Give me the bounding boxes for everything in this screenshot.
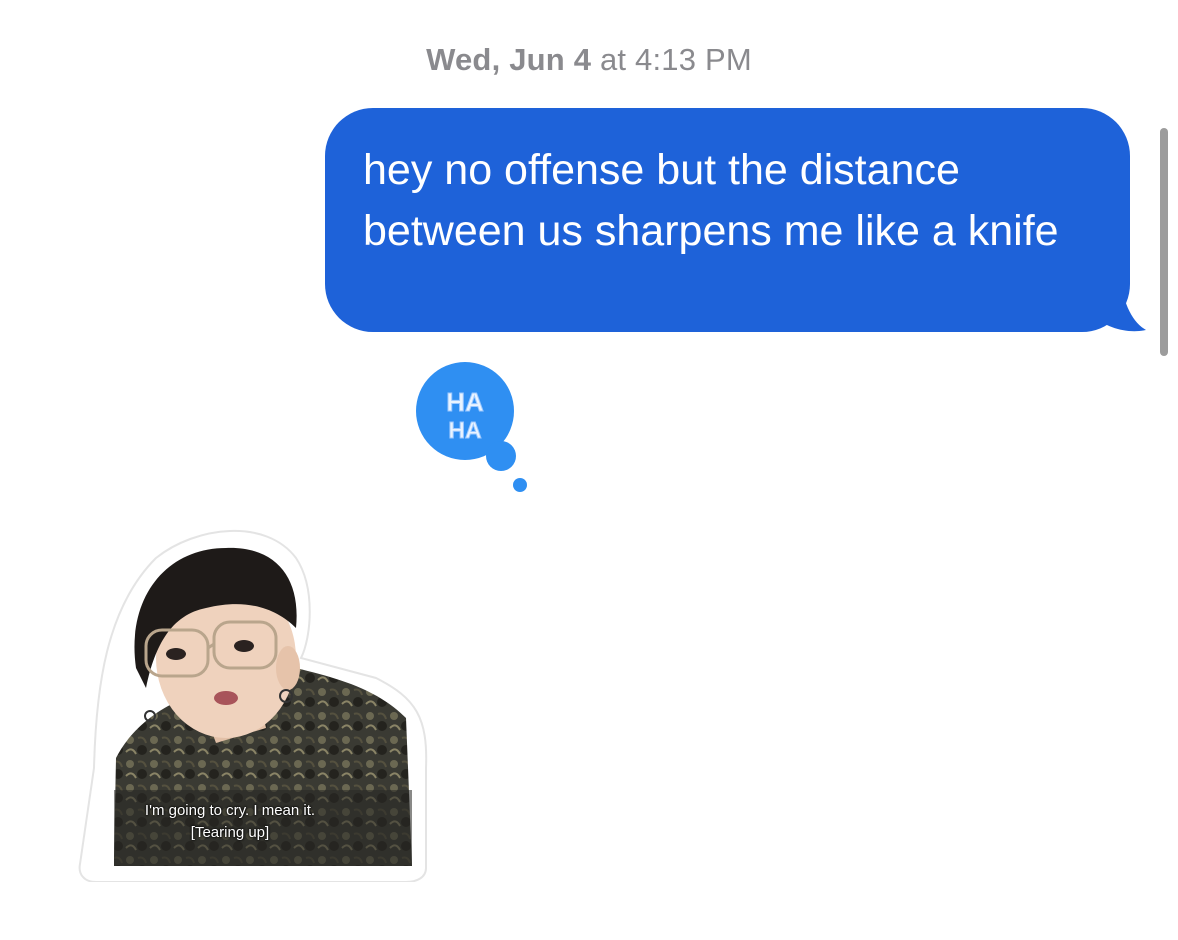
sticker-caption-line1: I'm going to cry. I mean it. xyxy=(144,802,316,819)
haha-text-bottom: HA xyxy=(448,417,481,443)
haha-text-top: HA xyxy=(446,387,484,417)
timestamp-time: at 4:13 PM xyxy=(591,42,752,77)
haha-tapback-icon[interactable]: HA HA xyxy=(414,361,530,495)
message-thread: Wed, Jun 4 at 4:13 PM hey no offense but… xyxy=(0,0,1178,940)
sent-message-bubble[interactable]: hey no offense but the distance between … xyxy=(325,108,1130,332)
sticker-caption-line2: [Tearing up] xyxy=(190,824,270,841)
timestamp-day: Wed, Jun 4 xyxy=(426,42,592,77)
message-text: hey no offense but the distance between … xyxy=(363,146,1059,255)
message-timestamp: Wed, Jun 4 at 4:13 PM xyxy=(0,42,1178,78)
scrollbar[interactable] xyxy=(1160,128,1168,356)
sticker-caption: I'm going to cry. I mean it. [Tearing up… xyxy=(110,800,350,844)
